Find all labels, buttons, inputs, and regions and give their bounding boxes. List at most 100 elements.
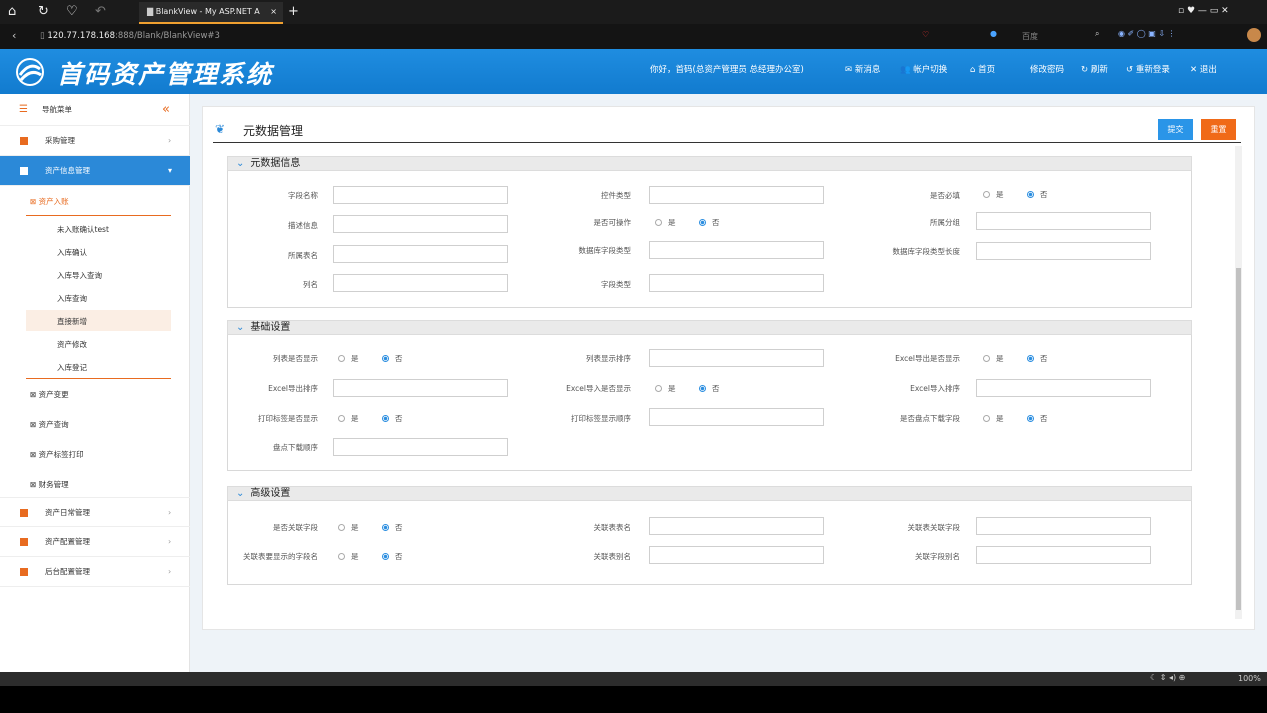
list-order-input[interactable] — [649, 349, 824, 367]
extensions-icons[interactable]: ◉ ✐ ◯ ▣ ⇩ ⋮ — [1118, 29, 1176, 38]
excel-export-no-radio[interactable]: 否 — [1027, 353, 1048, 364]
link-field-yes-radio[interactable]: 是 — [338, 522, 359, 533]
sidebar-item-backend[interactable]: 后台配置管理 › — [0, 557, 190, 587]
grid-icon — [20, 137, 28, 145]
scrollbar-thumb[interactable] — [1236, 268, 1241, 610]
favorite-icon[interactable]: ♡ — [66, 4, 78, 19]
window-controls[interactable]: ▫ ♥ — ▭ ✕ — [1178, 6, 1229, 16]
excel-export-yes-radio[interactable]: 是 — [983, 353, 1004, 364]
sidebar-sub-asset-query[interactable]: ⊠ 资产查询 — [30, 419, 69, 430]
back-icon[interactable]: ‹ — [12, 29, 16, 42]
link-field-alias-input[interactable] — [976, 546, 1151, 564]
relogin-link[interactable]: ↺ 重新登录 — [1126, 63, 1170, 75]
required-no-radio[interactable]: 否 — [1027, 189, 1048, 200]
home-icon[interactable]: ⌂ — [8, 4, 16, 19]
page-title: 元数据管理 — [243, 124, 304, 138]
new-message-link[interactable]: ✉ 新消息 — [845, 63, 880, 75]
sidebar-sub-asset-entry[interactable]: ⊠ 资产入账 — [30, 196, 69, 207]
link-table-name-input[interactable] — [649, 517, 824, 535]
excel-import-yes-radio[interactable]: 是 — [655, 383, 676, 394]
switch-account-link[interactable]: 👥 帐户切换 — [900, 63, 947, 75]
field-name-input[interactable] — [333, 186, 508, 204]
link-display-yes-radio[interactable]: 是 — [338, 551, 359, 562]
inventory-order-input[interactable] — [333, 438, 508, 456]
search-icon[interactable]: ⌕ — [1095, 29, 1099, 39]
sidebar-item-config[interactable]: 资产配置管理 › — [0, 527, 190, 557]
link-field-no-radio[interactable]: 否 — [382, 522, 403, 533]
url-field[interactable]: ▯ 120.77.178.168:888/Blank/BlankView#3 — [40, 29, 860, 44]
sidebar-sub-item[interactable]: 入库登记 — [57, 362, 87, 373]
field-label: Excel导入是否显示 — [566, 384, 631, 393]
submit-button[interactable]: 提交 — [1158, 119, 1193, 140]
refresh-link[interactable]: ↻ 刷新 — [1081, 63, 1108, 75]
db-field-type-input[interactable] — [649, 241, 824, 259]
operable-yes-radio[interactable]: 是 — [655, 217, 676, 228]
field-label: 描述信息 — [288, 221, 318, 230]
sidebar-sub-item[interactable]: 入库查询 — [57, 293, 87, 304]
sidebar-sub-label-print[interactable]: ⊠ 资产标签打印 — [30, 449, 84, 460]
change-password-link[interactable]: 修改密码 — [1030, 63, 1064, 75]
print-label-yes-radio[interactable]: 是 — [338, 413, 359, 424]
field-label: 是否盘点下载字段 — [900, 414, 960, 423]
heart-icon[interactable]: ♡ — [922, 30, 929, 39]
field-label: 打印标签显示顺序 — [571, 414, 631, 423]
browser-tab[interactable]: ▇ BlankView - My ASP.NET A × — [139, 2, 283, 24]
section-basic-header[interactable]: ⌄ 基础设置 — [227, 320, 1192, 335]
required-yes-radio[interactable]: 是 — [983, 189, 1004, 200]
sidebar-item-asset-info[interactable]: 资产信息管理 ▾ — [0, 156, 190, 186]
sidebar-sub-item[interactable]: 入库确认 — [57, 247, 87, 258]
excel-import-no-radio[interactable]: 否 — [699, 383, 720, 394]
list-show-yes-radio[interactable]: 是 — [338, 353, 359, 364]
zoom-level[interactable]: 100% — [1238, 674, 1261, 683]
description-input[interactable] — [333, 215, 508, 233]
reload-icon[interactable]: ↻ — [38, 4, 49, 19]
sidebar-sub-asset-change[interactable]: ⊠ 资产变更 — [30, 389, 69, 400]
grid-icon — [20, 167, 28, 175]
reset-button[interactable]: 重置 — [1201, 119, 1236, 140]
print-label-order-input[interactable] — [649, 408, 824, 426]
link-table-alias-input[interactable] — [649, 546, 824, 564]
control-type-input[interactable] — [649, 186, 824, 204]
group-input[interactable] — [976, 212, 1151, 230]
column-name-input[interactable] — [333, 274, 508, 292]
section-advanced-header[interactable]: ⌄ 高级设置 — [227, 486, 1192, 501]
section-meta-header[interactable]: ⌄ 元数据信息 — [227, 156, 1192, 171]
undo-icon[interactable]: ↶ — [95, 4, 106, 19]
sidebar-item-purchase[interactable]: 采购管理 › — [0, 126, 190, 156]
inventory-download-yes-radio[interactable]: 是 — [983, 413, 1004, 424]
sidebar-sub-finance[interactable]: ⊠ 财务管理 — [30, 479, 69, 490]
close-tab-icon[interactable]: × — [270, 2, 277, 22]
title-divider — [213, 142, 1241, 143]
link-table-field-input[interactable] — [976, 517, 1151, 535]
field-label: 是否关联字段 — [273, 523, 318, 532]
list-show-no-radio[interactable]: 否 — [382, 353, 403, 364]
table-name-input[interactable] — [333, 245, 508, 263]
collapse-icon[interactable]: « — [162, 94, 170, 126]
print-label-no-radio[interactable]: 否 — [382, 413, 403, 424]
inventory-download-no-radio[interactable]: 否 — [1027, 413, 1048, 424]
sidebar-header: ☰ 导航菜单 « — [0, 94, 190, 126]
field-type-input[interactable] — [649, 274, 824, 292]
excel-import-order-input[interactable] — [976, 379, 1151, 397]
status-icons[interactable]: ☾ ⇕ ◂) ⊕ — [1150, 673, 1185, 682]
avatar[interactable] — [1247, 28, 1261, 42]
search-engine-icon[interactable]: ● — [990, 29, 997, 38]
sidebar-sub-item[interactable]: 未入账确认test — [57, 224, 109, 235]
field-label: Excel导入排序 — [910, 384, 960, 393]
field-label: 数据库字段类型长度 — [892, 247, 961, 256]
sidebar: ☰ 导航菜单 « 采购管理 › 资产信息管理 ▾ ⊠ 资产入账 未入账确认test … — [0, 94, 190, 672]
sidebar-sub-item[interactable]: 入库导入查询 — [57, 270, 102, 281]
link-display-no-radio[interactable]: 否 — [382, 551, 403, 562]
new-tab-icon[interactable]: + — [288, 4, 299, 19]
operable-no-radio[interactable]: 否 — [699, 217, 720, 228]
page-title-icon: ❦ — [215, 122, 226, 136]
logout-link[interactable]: ✕ 退出 — [1190, 63, 1217, 75]
search-engine-label[interactable]: 百度 — [1022, 31, 1038, 42]
home-link[interactable]: ⌂ 首页 — [970, 63, 995, 75]
field-label: 打印标签是否显示 — [258, 414, 318, 423]
sidebar-sub-item[interactable]: 资产修改 — [57, 339, 87, 350]
db-field-length-input[interactable] — [976, 242, 1151, 260]
sidebar-sub-item-selected[interactable]: 直接新增 — [57, 316, 87, 327]
sidebar-item-daily[interactable]: 资产日常管理 › — [0, 497, 190, 527]
excel-export-order-input[interactable] — [333, 379, 508, 397]
